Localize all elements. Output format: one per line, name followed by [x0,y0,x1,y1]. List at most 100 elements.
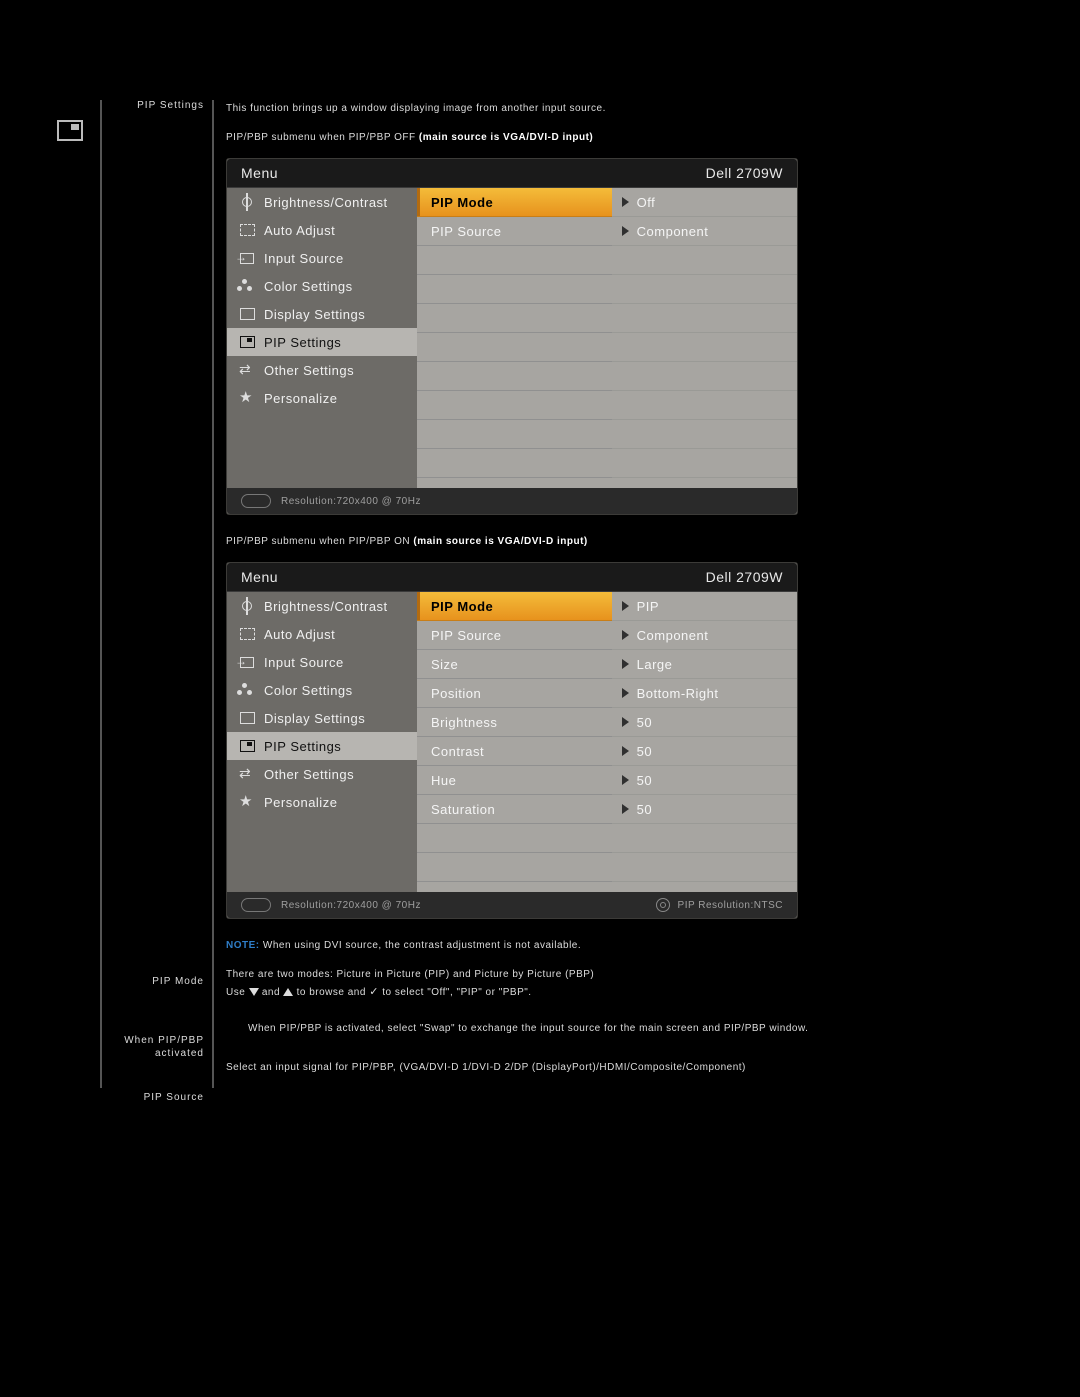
nav-label: Display Settings [264,711,365,726]
nav-item-display-settings[interactable]: Display Settings [227,704,417,732]
check-icon [369,983,379,1002]
setting-pip-mode[interactable]: PIP Mode [417,592,612,621]
value-text: Bottom-Right [637,686,719,701]
pip-section-icon [57,120,83,141]
setting-hue[interactable]: Hue [417,766,612,795]
nav-item-input-source[interactable]: Input Source [227,648,417,676]
nav-item-brightness-contrast[interactable]: Brightness/Contrast [227,592,417,620]
nav-item-color-settings[interactable]: Color Settings [227,272,417,300]
nav-item-auto-adjust[interactable]: Auto Adjust [227,216,417,244]
setting-pip-source[interactable]: PIP Source [417,217,612,246]
target-icon [656,898,670,912]
caret-right-icon [622,197,629,207]
subhead-off-bold: (main source is VGA/DVI-D input) [419,132,593,143]
nav-item-pip-settings[interactable]: PIP Settings [227,732,417,760]
label-column: PIP Settings PIP Mode When PIP/PBP activ… [102,100,214,1088]
osd-body: Brightness/Contrast Auto Adjust Input Sour… [227,592,797,892]
osd-nav: Brightness/Contrast Auto Adjust Input Sour… [227,592,417,892]
nav-item-display-settings[interactable]: Display Settings [227,300,417,328]
value-pip-source[interactable]: Component [612,621,797,650]
other-icon [239,767,255,781]
star-icon [239,391,255,405]
star-icon [239,795,255,809]
subhead-off: PIP/PBP submenu when PIP/PBP OFF (main s… [226,129,926,146]
value-contrast[interactable]: 50 [612,737,797,766]
nav-label: Auto Adjust [264,627,335,642]
caret-right-icon [622,746,629,756]
nav-label: Color Settings [264,683,353,698]
setting-pip-source[interactable]: PIP Source [417,621,612,650]
nav-label: Input Source [264,655,344,670]
setting-empty [417,304,612,333]
value-pip-mode[interactable]: Off [612,188,797,217]
osd-pane: PIP ModePIP Source OffComponent [417,188,797,488]
osd-menu-label: Menu [241,165,278,181]
color-icon [239,279,255,293]
osd-pane: PIP ModePIP SourceSizePositionBrightness… [417,592,797,892]
value-brightness[interactable]: 50 [612,708,797,737]
nav-item-personalize[interactable]: Personalize [227,788,417,816]
pip-mode-desc: There are two modes: Picture in Picture … [226,966,926,1002]
value-empty [612,391,797,420]
value-empty [612,449,797,478]
caret-right-icon [622,688,629,698]
input-icon [239,251,255,265]
value-pip-source[interactable]: Component [612,217,797,246]
caret-right-icon [622,804,629,814]
setting-position[interactable]: Position [417,679,612,708]
note-label: NOTE: [226,940,260,951]
value-text: 50 [637,744,652,759]
setting-empty [417,362,612,391]
caret-right-icon [622,717,629,727]
input-icon [239,655,255,669]
left-gutter [40,100,102,1088]
nav-item-auto-adjust[interactable]: Auto Adjust [227,620,417,648]
nav-label: Input Source [264,251,344,266]
value-position[interactable]: Bottom-Right [612,679,797,708]
setting-saturation[interactable]: Saturation [417,795,612,824]
setting-pip-mode[interactable]: PIP Mode [417,188,612,217]
setting-brightness[interactable]: Brightness [417,708,612,737]
osd-menu-label: Menu [241,569,278,585]
value-empty [612,420,797,449]
nav-item-other-settings[interactable]: Other Settings [227,356,417,384]
value-text: 50 [637,802,652,817]
nav-label: Other Settings [264,363,354,378]
content-column: This function brings up a window display… [214,100,926,1088]
nav-item-other-settings[interactable]: Other Settings [227,760,417,788]
setting-size[interactable]: Size [417,650,612,679]
osd-values-col: PIP ComponentLarge Bottom-Right 50 50 50 50 [612,592,797,892]
value-empty [612,333,797,362]
setting-empty [417,275,612,304]
brightness-icon [239,195,255,209]
value-pip-mode[interactable]: PIP [612,592,797,621]
value-text: PIP [637,599,659,614]
value-saturation[interactable]: 50 [612,795,797,824]
pip-mode-line1: There are two modes: Picture in Picture … [226,966,926,983]
value-text: 50 [637,715,652,730]
brightness-icon [239,599,255,613]
osd-titlebar: Menu Dell 2709W [227,159,797,188]
nav-item-color-settings[interactable]: Color Settings [227,676,417,704]
nav-label: Brightness/Contrast [264,195,388,210]
nav-item-personalize[interactable]: Personalize [227,384,417,412]
setting-empty [417,391,612,420]
caret-right-icon [622,659,629,669]
setting-empty [417,333,612,362]
nav-label: Color Settings [264,279,353,294]
nav-item-input-source[interactable]: Input Source [227,244,417,272]
nav-item-brightness-contrast[interactable]: Brightness/Contrast [227,188,417,216]
nav-label: Personalize [264,391,337,406]
note-row: NOTE: When using DVI source, the contras… [226,937,926,954]
intro-text: This function brings up a window display… [226,100,926,117]
value-hue[interactable]: 50 [612,766,797,795]
value-size[interactable]: Large [612,650,797,679]
setting-contrast[interactable]: Contrast [417,737,612,766]
pip-icon [239,739,255,753]
energy-star-icon [241,898,271,912]
label-when-activated-2: activated [155,1048,204,1059]
osd-titlebar: Menu Dell 2709W [227,563,797,592]
down-arrow-icon [249,988,259,996]
value-empty [612,853,797,882]
nav-item-pip-settings[interactable]: PIP Settings [227,328,417,356]
